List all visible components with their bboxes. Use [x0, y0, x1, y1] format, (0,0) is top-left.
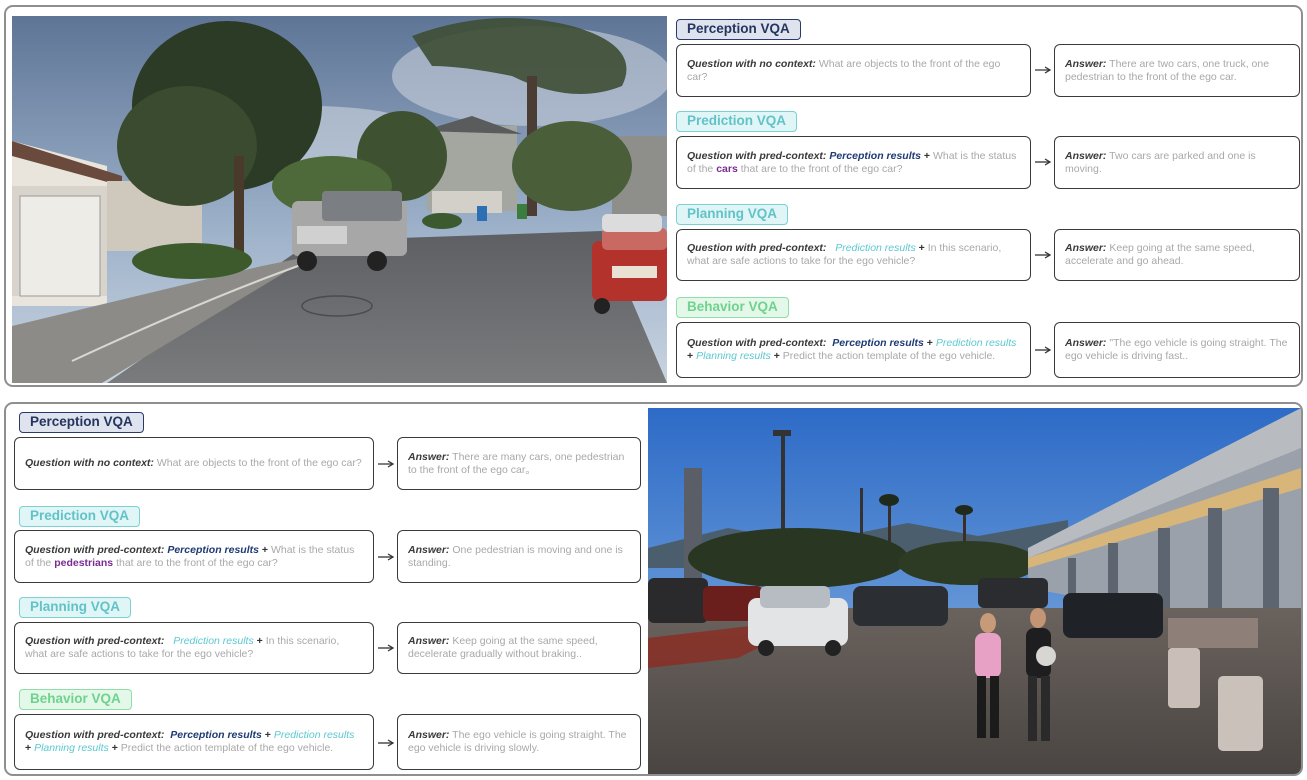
- panel-residential-scene: Perception VQA Question with no context:…: [4, 5, 1303, 387]
- prediction-results-ref: Prediction results: [273, 729, 355, 741]
- perception-question-box: Question with no context: What are objec…: [14, 437, 374, 490]
- planning-answer-box: Answer: Keep going at the same speed, de…: [397, 622, 641, 674]
- planning-vqa-tag: Planning VQA: [676, 204, 789, 225]
- answer-lead: Answer:: [1065, 337, 1107, 349]
- plus-sign: +: [108, 742, 121, 754]
- residential-street-illustration: [12, 16, 667, 383]
- plus-sign: +: [253, 635, 266, 647]
- parking-lot-illustration: [648, 408, 1301, 774]
- behavior-question-text: Question with pred-context: Perception r…: [25, 729, 363, 755]
- question-body: What are objects to the front of the ego…: [153, 457, 362, 469]
- behavior-answer-box: Answer: "The ego vehicle is going straig…: [1054, 322, 1300, 378]
- answer-lead: Answer:: [1065, 57, 1107, 70]
- prediction-results-ref: Prediction results: [935, 337, 1017, 349]
- behavior-answer-text: Answer: The ego vehicle is going straigh…: [408, 729, 630, 755]
- arrow-right-icon: [377, 459, 395, 469]
- answer-lead: Answer:: [408, 450, 450, 463]
- prediction-answer-box: Answer: Two cars are parked and one is m…: [1054, 136, 1300, 189]
- prediction-results-ref: Prediction results: [173, 635, 254, 647]
- planning-question-box: Question with pred-context: Prediction r…: [14, 622, 374, 674]
- planning-answer-text: Answer: Keep going at the same speed, de…: [408, 635, 630, 661]
- residential-street-photo: [12, 16, 667, 383]
- perception-answer-text: Answer: There are two cars, one truck, o…: [1065, 58, 1289, 84]
- question-lead: Question with pred-context:: [687, 337, 827, 349]
- perception-vqa-tag: Perception VQA: [19, 412, 144, 433]
- planning-results-ref: Planning results: [34, 742, 109, 754]
- perception-results-ref: Perception results: [832, 337, 924, 349]
- planning-question-box: Question with pred-context: Prediction r…: [676, 229, 1031, 281]
- prediction-question-text: Question with pred-context: Perception r…: [25, 544, 363, 570]
- planning-vqa-tag: Planning VQA: [19, 597, 132, 618]
- arrow-right-icon: [377, 738, 395, 748]
- behavior-vqa-tag: Behavior VQA: [676, 297, 789, 318]
- prediction-question-box: Question with pred-context: Perception r…: [676, 136, 1031, 189]
- highlighted-object: cars: [716, 162, 738, 175]
- behavior-answer-box: Answer: The ego vehicle is going straigh…: [397, 714, 641, 770]
- plus-sign: +: [261, 729, 274, 741]
- perception-question-text: Question with no context: What are objec…: [25, 457, 363, 470]
- plus-sign: +: [923, 337, 936, 349]
- highlighted-object: pedestrians: [54, 556, 114, 569]
- behavior-question-text: Question with pred-context: Perception r…: [687, 337, 1020, 363]
- question-body-end: that are to the front of the ego car?: [737, 162, 903, 175]
- plus-sign: +: [920, 149, 933, 162]
- plus-sign: +: [25, 742, 35, 754]
- answer-lead: Answer:: [1065, 242, 1107, 254]
- perception-answer-box: Answer: There are many cars, one pedestr…: [397, 437, 641, 490]
- prediction-vqa-tag: Prediction VQA: [676, 111, 798, 132]
- planning-question-text: Question with pred-context: Prediction r…: [687, 242, 1020, 268]
- arrow-right-icon: [377, 643, 395, 653]
- perception-answer-text: Answer: There are many cars, one pedestr…: [408, 451, 630, 477]
- answer-lead: Answer:: [408, 729, 450, 741]
- plus-sign: +: [258, 543, 271, 556]
- behavior-answer-text: Answer: "The ego vehicle is going straig…: [1065, 337, 1289, 363]
- parking-lot-photo: [648, 408, 1301, 774]
- answer-lead: Answer:: [408, 543, 450, 556]
- question-lead: Question with pred-context:: [25, 635, 165, 647]
- question-lead: Question with pred-context:: [687, 242, 827, 254]
- perception-results-ref: Perception results: [170, 729, 262, 741]
- answer-lead: Answer:: [1065, 149, 1107, 162]
- question-lead: Question with pred-context:: [687, 149, 827, 162]
- arrow-right-icon: [1034, 345, 1052, 355]
- planning-answer-text: Answer: Keep going at the same speed, ac…: [1065, 242, 1289, 268]
- plus-sign: +: [915, 242, 928, 254]
- plus-sign: +: [687, 350, 697, 362]
- question-body-end: that are to the front of the ego car?: [113, 556, 278, 569]
- behavior-vqa-tag: Behavior VQA: [19, 689, 132, 710]
- perception-results-ref: Perception results: [829, 149, 921, 162]
- arrow-right-icon: [1034, 157, 1052, 167]
- behavior-question-box: Question with pred-context: Perception r…: [14, 714, 374, 770]
- plus-sign: +: [770, 350, 783, 362]
- planning-answer-box: Answer: Keep going at the same speed, ac…: [1054, 229, 1300, 281]
- prediction-vqa-tag: Prediction VQA: [19, 506, 141, 527]
- planning-results-ref: Planning results: [696, 350, 771, 362]
- question-lead: Question with pred-context:: [25, 729, 165, 741]
- arrow-right-icon: [377, 552, 395, 562]
- prediction-question-text: Question with pred-context: Perception r…: [687, 150, 1020, 176]
- arrow-right-icon: [1034, 65, 1052, 75]
- perception-answer-box: Answer: There are two cars, one truck, o…: [1054, 44, 1300, 97]
- prediction-answer-text: Answer: One pedestrian is moving and one…: [408, 544, 630, 570]
- arrow-right-icon: [1034, 250, 1052, 260]
- answer-lead: Answer:: [408, 635, 450, 647]
- question-lead: Question with pred-context:: [25, 543, 165, 556]
- perception-vqa-tag: Perception VQA: [676, 19, 801, 40]
- prediction-results-ref: Prediction results: [835, 242, 916, 254]
- perception-results-ref: Perception results: [167, 543, 259, 556]
- question-body: Predict the action template of the ego v…: [120, 742, 334, 754]
- planning-question-text: Question with pred-context: Prediction r…: [25, 635, 363, 661]
- prediction-answer-text: Answer: Two cars are parked and one is m…: [1065, 150, 1289, 176]
- question-lead: Question with no context:: [25, 457, 154, 469]
- prediction-question-box: Question with pred-context: Perception r…: [14, 530, 374, 583]
- question-lead: Question with no context:: [687, 57, 816, 70]
- perception-question-box: Question with no context: What are objec…: [676, 44, 1031, 97]
- panel-parking-lot-scene: Perception VQA Question with no context:…: [4, 402, 1303, 776]
- behavior-question-box: Question with pred-context: Perception r…: [676, 322, 1031, 378]
- perception-question-text: Question with no context: What are objec…: [687, 58, 1020, 84]
- question-body: Predict the action template of the ego v…: [782, 350, 996, 362]
- prediction-answer-box: Answer: One pedestrian is moving and one…: [397, 530, 641, 583]
